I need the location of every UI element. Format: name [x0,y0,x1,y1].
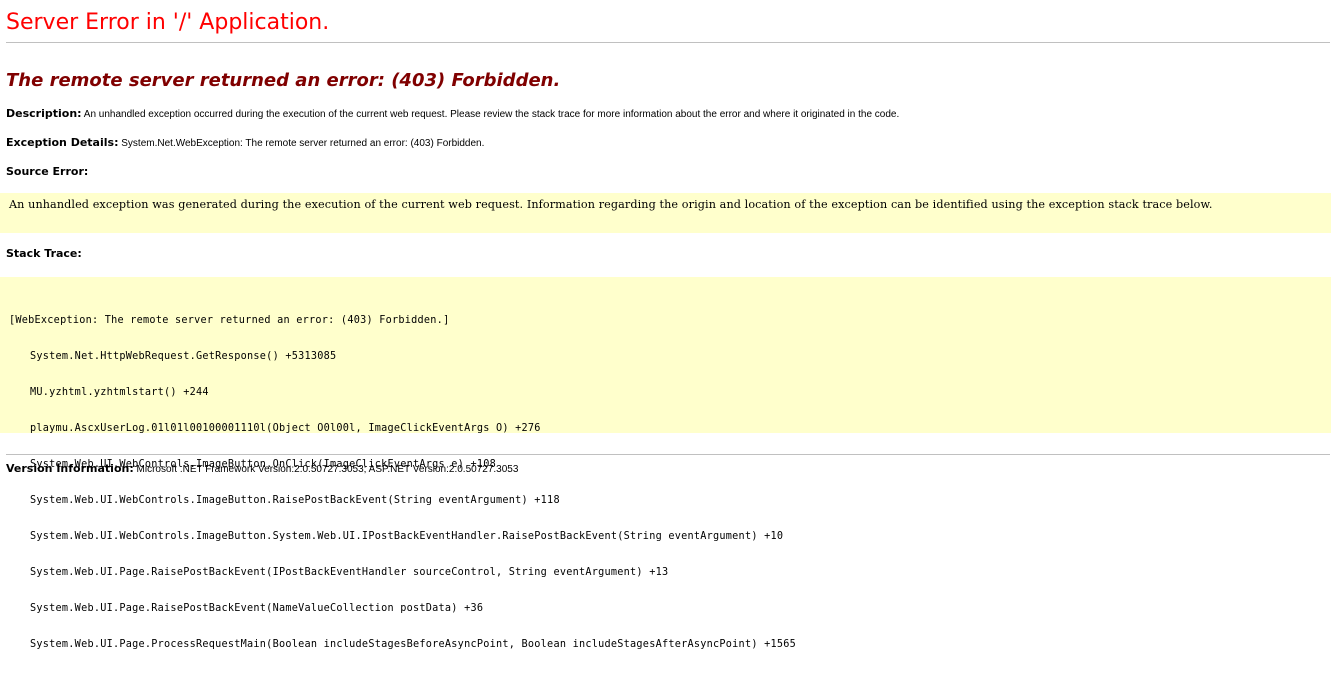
description-text: An unhandled exception occurred during t… [83,109,900,120]
error-message: The remote server returned an error: (40… [6,70,561,91]
title-divider [6,42,1330,43]
version-information-section: Version Information: Microsoft .NET Fram… [6,462,1328,477]
exception-details-text: System.Net.WebException: The remote serv… [121,138,485,149]
stack-trace-line: MU.yzhtml.yzhtmlstart() +244 [30,387,209,398]
stack-trace-line: System.Web.UI.WebControls.ImageButton.Sy… [30,531,784,542]
stack-trace-box: [WebException: The remote server returne… [0,277,1331,650]
stack-trace-line: System.Web.UI.Page.RaisePostBackEvent(Na… [30,603,484,614]
source-error-label: Source Error: [6,165,89,178]
stack-trace-line: System.Web.UI.WebControls.ImageButton.Ra… [30,495,560,506]
version-information-label: Version Information: [6,462,134,475]
stack-trace-line: System.Web.UI.Page.ProcessRequestMain(Bo… [30,639,797,650]
source-error-text: An unhandled exception was generated dur… [9,198,1213,211]
stack-trace-header: [WebException: The remote server returne… [9,315,450,326]
source-error-box: An unhandled exception was generated dur… [0,193,1331,233]
page-title: Server Error in '/' Application. [6,10,330,35]
stack-trace-line: System.Web.UI.Page.RaisePostBackEvent(IP… [30,567,669,578]
version-information-text: Microsoft .NET Framework Version:2.0.507… [136,464,519,475]
stack-trace-label: Stack Trace: [6,247,82,260]
error-page: Server Error in '/' Application. The rem… [0,0,1334,650]
exception-details-section: Exception Details: System.Net.WebExcepti… [6,136,1328,151]
source-error-section: Source Error: [6,165,1328,180]
footer-divider [6,454,1330,455]
description-section: Description: An unhandled exception occu… [6,107,1328,122]
stack-trace-section: Stack Trace: [6,247,1328,262]
stack-trace-line: System.Net.HttpWebRequest.GetResponse() … [30,351,337,362]
exception-details-label: Exception Details: [6,136,119,149]
stack-trace-line: playmu.AscxUserLog.01l01l00100001110l(Ob… [30,423,541,434]
description-label: Description: [6,107,82,120]
